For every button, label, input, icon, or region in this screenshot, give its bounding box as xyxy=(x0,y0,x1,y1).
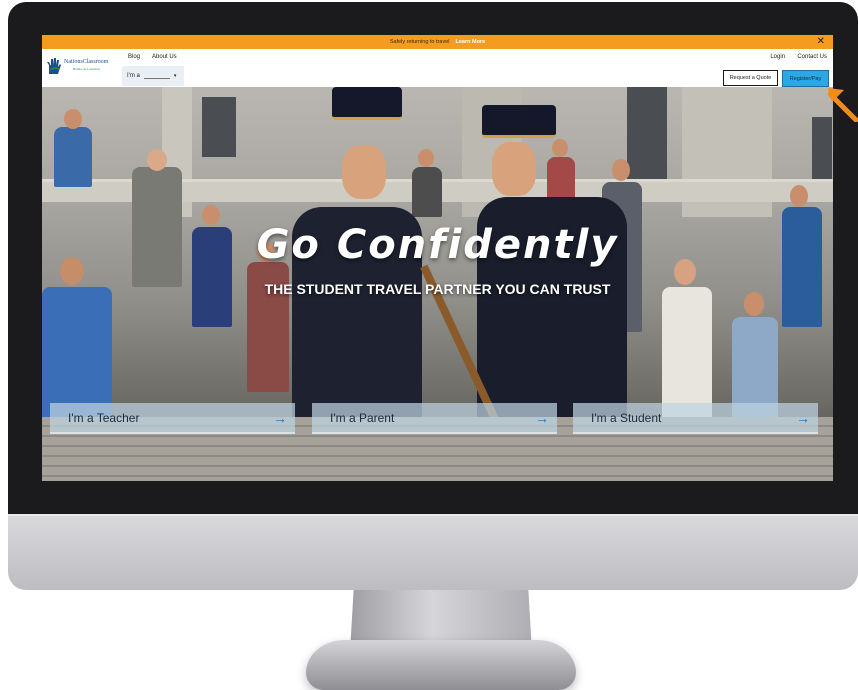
hero-photo-crowd xyxy=(412,167,442,217)
role-select[interactable]: I'm a ▾ xyxy=(122,66,184,86)
hero-photo-window xyxy=(812,117,832,187)
hero-photo-window xyxy=(202,97,236,157)
arrow-right-icon: → xyxy=(535,409,549,426)
arrow-right-icon: → xyxy=(273,409,287,426)
arrow-right-icon: → xyxy=(796,409,810,426)
request-quote-button[interactable]: Request a Quote xyxy=(723,70,778,86)
learn-more-link[interactable]: Learn More xyxy=(455,39,485,45)
hand-logo-icon xyxy=(47,58,61,74)
website-screen: Safely returning to travel Learn More ✕ … xyxy=(42,35,833,481)
pointer-arrow-icon xyxy=(828,88,858,122)
register-pay-button[interactable]: Register/Pay xyxy=(782,70,829,87)
announcement-text: Safely returning to travel xyxy=(389,39,450,45)
cta-teacher-button[interactable]: I'm a Teacher → xyxy=(50,403,295,434)
nav-blog-link[interactable]: Blog xyxy=(128,54,140,60)
hero-banner: Go Confidently THE STUDENT TRAVEL PARTNE… xyxy=(42,87,833,481)
cta-parent-label: I'm a Parent xyxy=(330,410,395,425)
site-logo[interactable]: NationsClassroom Hands-on Learning xyxy=(46,55,118,77)
role-select-value xyxy=(143,73,170,79)
hero-subtitle: THE STUDENT TRAVEL PARTNER YOU CAN TRUST xyxy=(264,281,611,297)
hero-photo-window xyxy=(627,87,667,182)
cta-teacher-label: I'm a Teacher xyxy=(68,410,140,425)
chevron-down-icon: ▾ xyxy=(173,73,177,79)
cta-parent-button[interactable]: I'm a Parent → xyxy=(312,403,557,434)
logo-wordmark: NationsClassroom xyxy=(64,59,109,65)
site-navbar: NationsClassroom Hands-on Learning Blog … xyxy=(42,49,833,87)
nav-contact-link[interactable]: Contact Us xyxy=(797,54,827,60)
cta-student-label: I'm a Student xyxy=(591,410,662,425)
announcement-bar: Safely returning to travel Learn More ✕ xyxy=(42,35,833,49)
nav-login-link[interactable]: Login xyxy=(770,54,785,60)
cta-student-button[interactable]: I'm a Student → xyxy=(573,403,818,434)
close-icon[interactable]: ✕ xyxy=(817,36,825,48)
hero-title: Go Confidently xyxy=(256,222,619,268)
role-select-label: I'm a xyxy=(127,73,140,79)
monitor-chin xyxy=(8,514,858,590)
nav-about-link[interactable]: About Us xyxy=(152,54,177,60)
monitor-stand-base xyxy=(306,640,576,690)
hero-photo-crowd xyxy=(54,127,92,187)
logo-tagline: Hands-on Learning xyxy=(72,67,100,71)
